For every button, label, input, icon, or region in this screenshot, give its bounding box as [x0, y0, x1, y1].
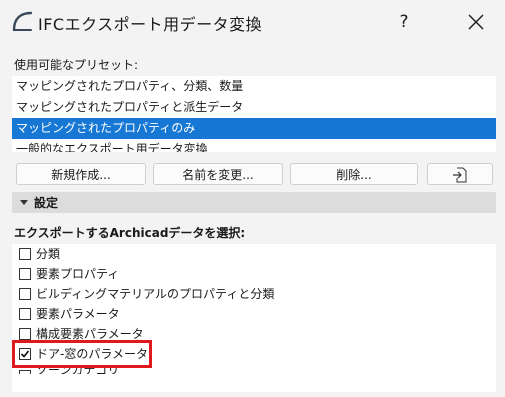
collapse-triangle-icon	[20, 200, 28, 205]
checklist-row[interactable]: 要素パラメータ	[12, 304, 496, 324]
settings-section-header[interactable]: 設定	[12, 192, 496, 213]
annotation-highlight-box	[12, 340, 152, 368]
close-button[interactable]	[461, 9, 491, 35]
new-preset-button[interactable]: 新規作成...	[16, 163, 146, 185]
preset-item[interactable]: 一般的なエクスポート用データ変換	[12, 139, 496, 152]
checkbox[interactable]	[19, 370, 31, 374]
help-button[interactable]: ?	[389, 9, 419, 35]
preset-item[interactable]: マッピングされたプロパティと派生データ	[12, 97, 496, 118]
settings-title: 設定	[34, 196, 59, 210]
preset-list[interactable]: マッピングされたプロパティ、分類、数量 マッピングされたプロパティと派生データ …	[12, 76, 496, 152]
preset-item[interactable]: マッピングされたプロパティ、分類、数量	[12, 76, 496, 97]
checkbox[interactable]	[19, 308, 31, 320]
checkbox[interactable]	[19, 328, 31, 340]
checkbox-label: 要素プロパティ	[36, 267, 120, 281]
data-checklist: 分類 要素プロパティ ビルディングマテリアルのプロパティと分類 要素パラメータ …	[12, 244, 496, 392]
checkbox-label: ビルディングマテリアルのプロパティと分類	[36, 287, 275, 301]
export-file-icon	[453, 167, 467, 183]
window-title: IFCエクスポート用データ変換	[38, 15, 263, 34]
close-icon	[468, 14, 484, 30]
checkbox[interactable]	[19, 268, 31, 280]
checklist-row[interactable]: 要素プロパティ	[12, 264, 496, 284]
checkbox[interactable]	[19, 288, 31, 300]
checklist-row[interactable]: ビルディングマテリアルのプロパティと分類	[12, 284, 496, 304]
presets-label: 使用可能なプリセット:	[14, 58, 139, 72]
title-bar: IFCエクスポート用データ変換 ?	[0, 0, 505, 44]
export-preset-button[interactable]	[427, 163, 493, 185]
checkbox-label: 分類	[36, 247, 61, 261]
checkbox[interactable]	[19, 248, 31, 260]
checkbox-label: 要素パラメータ	[36, 307, 120, 321]
rename-preset-button[interactable]: 名前を変更...	[153, 163, 283, 185]
preset-item-selected[interactable]: マッピングされたプロパティのみ	[12, 118, 496, 139]
data-select-label: エクスポートするArchicadデータを選択:	[14, 226, 246, 240]
archicad-logo-icon	[12, 11, 33, 32]
checklist-row[interactable]: 分類	[12, 244, 496, 264]
delete-preset-button[interactable]: 削除...	[290, 163, 418, 185]
